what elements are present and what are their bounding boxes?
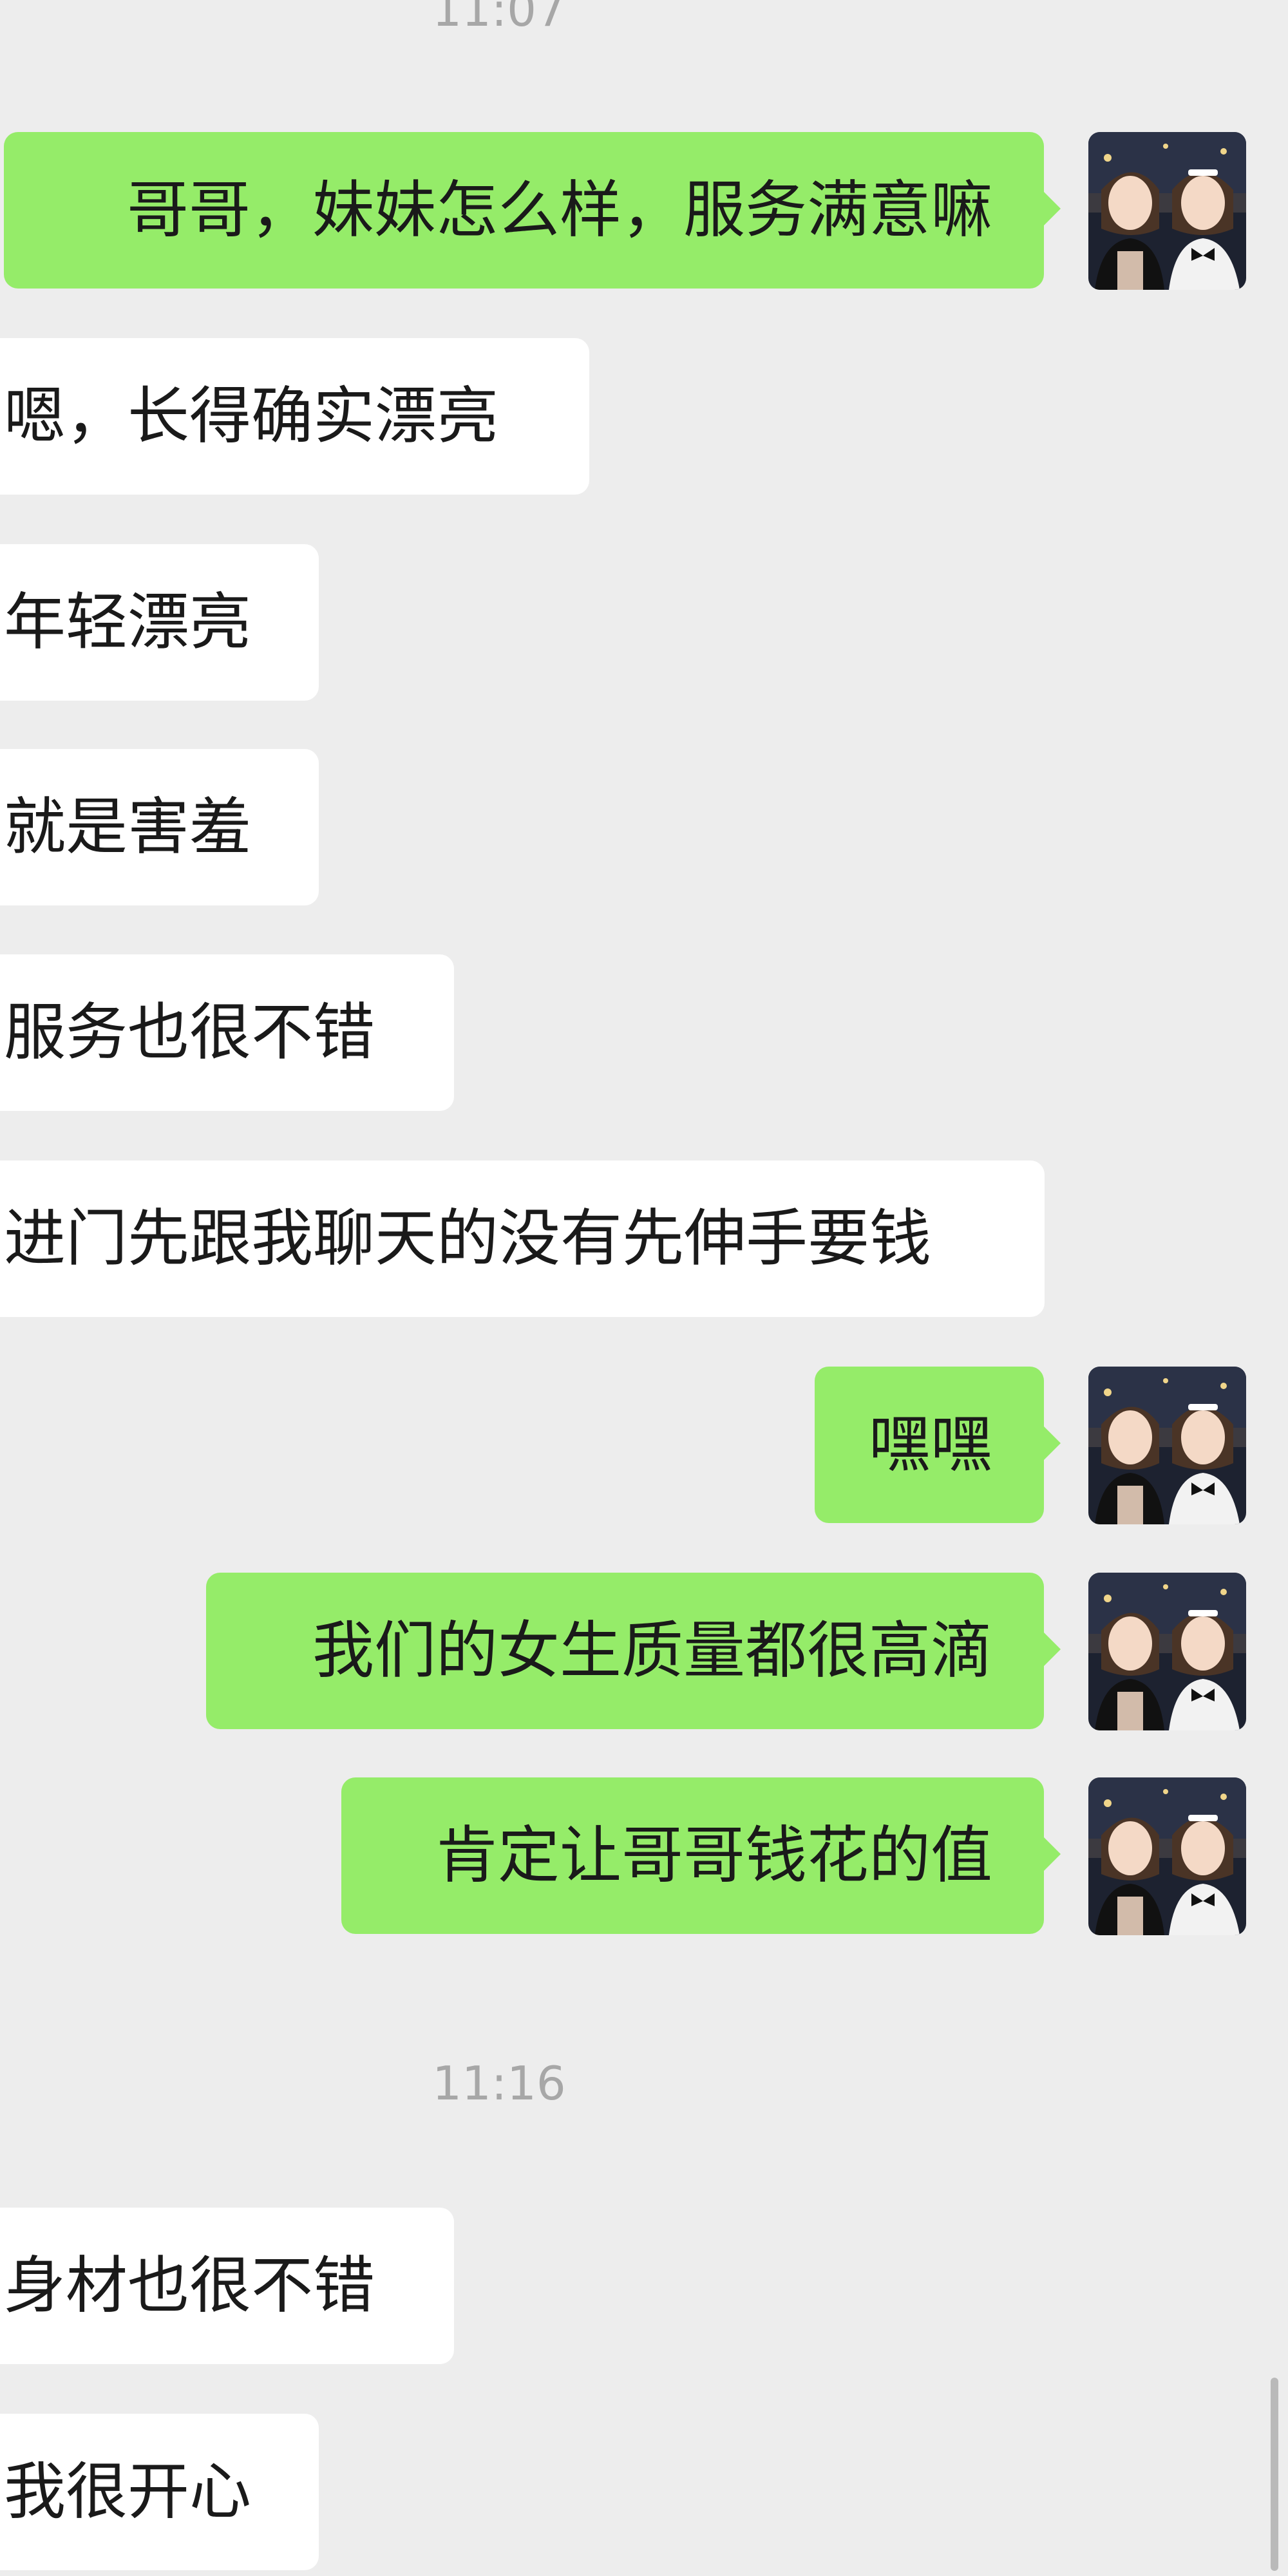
chat-area: 11:07 哥哥，妹妹怎么样，服务满意嘛 嗯，长得确实漂亮 年轻漂亮 就是害羞 … (0, 0, 1288, 2576)
message-bubble[interactable]: 哥哥，妹妹怎么样，服务满意嘛 (4, 132, 1061, 289)
message-bubble[interactable]: 我很开心 (0, 2414, 319, 2570)
message-bubble[interactable]: 我们的女生质量都很高滴 (206, 1573, 1061, 1729)
message-bubble[interactable]: 肯定让哥哥钱花的值 (341, 1777, 1061, 1934)
message-bubble[interactable]: 服务也很不错 (0, 954, 454, 1111)
message-bubble[interactable]: 身材也很不错 (0, 2208, 454, 2364)
avatar-icon[interactable] (1088, 1777, 1246, 1935)
message-bubble[interactable]: 进门先跟我聊天的没有先伸手要钱 (0, 1160, 1045, 1317)
message-bubble[interactable]: 嗯，长得确实漂亮 (0, 338, 589, 495)
timestamp: 11:07 (432, 0, 566, 37)
timestamp: 11:16 (432, 2056, 566, 2110)
avatar-icon[interactable] (1088, 1573, 1246, 1730)
scrollbar[interactable] (1271, 2378, 1278, 2571)
message-bubble[interactable]: 年轻漂亮 (0, 544, 319, 701)
avatar-icon[interactable] (1088, 132, 1246, 290)
message-bubble[interactable]: 嘿嘿 (815, 1367, 1061, 1523)
message-bubble[interactable]: 就是害羞 (0, 749, 319, 905)
avatar-icon[interactable] (1088, 1367, 1246, 1524)
